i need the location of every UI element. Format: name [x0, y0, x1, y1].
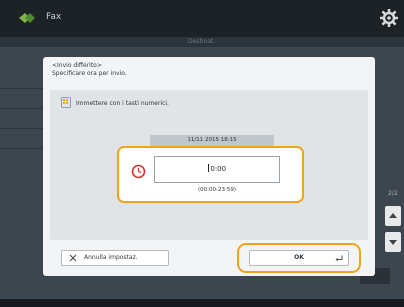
arrow-down-icon [389, 240, 397, 245]
current-datetime: 11/11 2015 18:15 [150, 135, 274, 146]
delayed-send-dialog: <Invio differito> Specificare ora per in… [43, 57, 375, 276]
app-title: Fax [46, 12, 62, 22]
close-icon [69, 254, 77, 262]
enter-icon [335, 255, 343, 262]
background-row-divider [0, 148, 44, 149]
time-range-hint: (00:00-23:59) [198, 187, 236, 193]
ok-button-highlight: OK [237, 243, 361, 273]
gear-icon[interactable] [380, 9, 398, 27]
background-row-divider [0, 88, 44, 89]
time-field-highlight: 0:00 (00:00-23:59) [117, 146, 304, 203]
fax-icon [19, 13, 35, 23]
dialog-subtitle: Specificare ora per invio. [52, 70, 127, 77]
send-time-input[interactable]: 0:00 [154, 156, 280, 183]
background-tab-label: Destinat. [188, 38, 216, 45]
instruction-text: Immettere con i tasti numerici. [76, 100, 169, 107]
scroll-up-button[interactable] [385, 206, 401, 226]
cancel-settings-label: Annulla impostaz. [84, 254, 138, 261]
clock-icon [131, 164, 146, 179]
background-row-divider [0, 128, 44, 129]
cancel-settings-button[interactable]: Annulla impostaz. [61, 250, 169, 266]
arrow-up-icon [389, 213, 397, 218]
bottom-bar [0, 299, 404, 307]
scroll-down-button[interactable] [385, 232, 401, 252]
background-page-indicator: 2/2 [388, 190, 398, 197]
top-bar: Fax [0, 0, 404, 37]
keypad-icon [61, 97, 71, 108]
background-row-divider [0, 108, 44, 109]
time-entry-panel: Immettere con i tasti numerici. 11/11 20… [50, 90, 368, 240]
dialog-title: <Invio differito> [52, 62, 102, 69]
send-time-value: 0:00 [210, 165, 227, 173]
ok-label: OK [294, 254, 304, 261]
ok-button[interactable]: OK [249, 250, 349, 266]
